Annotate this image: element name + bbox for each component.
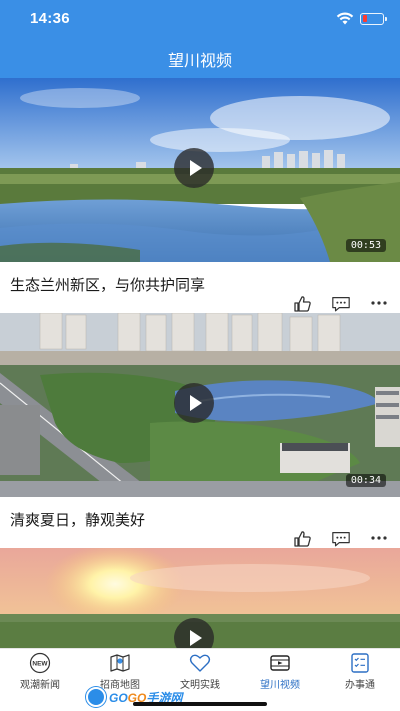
battery-icon xyxy=(360,12,387,25)
video-feed[interactable]: 00:53 生态兰州新区，与你共护同享 00:34 清爽夏日，静观美好 xyxy=(0,78,400,648)
tab-label: 办事通 xyxy=(345,680,375,691)
map-icon xyxy=(110,654,130,672)
tab-video[interactable]: 望川视频 xyxy=(248,652,312,692)
video-title[interactable]: 生态兰州新区，与你共护同享 xyxy=(0,262,400,295)
video-card xyxy=(0,548,400,648)
home-indicator xyxy=(133,702,267,706)
tab-news[interactable]: NEW 观潮新闻 xyxy=(8,652,72,692)
checklist-icon xyxy=(351,653,369,673)
video-actions xyxy=(0,295,400,313)
video-duration: 00:34 xyxy=(345,474,386,487)
video-thumbnail[interactable]: 00:53 xyxy=(0,78,400,262)
more-icon[interactable] xyxy=(369,530,389,548)
wifi-icon xyxy=(336,12,354,25)
tab-label: 观潮新闻 xyxy=(20,680,60,691)
video-card: 00:53 生态兰州新区，与你共护同享 xyxy=(0,78,400,313)
video-duration: 00:53 xyxy=(345,239,386,252)
play-button[interactable] xyxy=(174,383,214,423)
comment-icon[interactable] xyxy=(331,295,353,313)
tab-label: 望川视频 xyxy=(260,680,300,691)
video-title[interactable]: 清爽夏日，静观美好 xyxy=(0,497,400,530)
tab-services[interactable]: 办事通 xyxy=(328,652,392,692)
video-card: 00:34 清爽夏日，静观美好 xyxy=(0,313,400,548)
svg-text:NEW: NEW xyxy=(32,661,48,668)
more-icon[interactable] xyxy=(369,295,389,313)
comment-icon[interactable] xyxy=(331,530,353,548)
thumbs-up-icon[interactable] xyxy=(293,295,313,313)
new-badge-icon: NEW xyxy=(29,652,51,674)
heart-icon xyxy=(189,654,211,672)
thumbs-up-icon[interactable] xyxy=(293,530,313,548)
video-thumbnail[interactable]: 00:34 xyxy=(0,313,400,497)
battery-level xyxy=(362,15,367,22)
play-button[interactable] xyxy=(174,148,214,188)
video-icon xyxy=(270,655,290,671)
top-bar: 14:36 望川视频 xyxy=(0,0,400,78)
watermark-logo-icon xyxy=(86,687,106,707)
video-actions xyxy=(0,530,400,548)
status-icons xyxy=(336,12,387,25)
page-title: 望川视频 xyxy=(167,51,232,70)
status-time: 14:36 xyxy=(30,10,70,27)
video-thumbnail[interactable] xyxy=(0,548,400,648)
